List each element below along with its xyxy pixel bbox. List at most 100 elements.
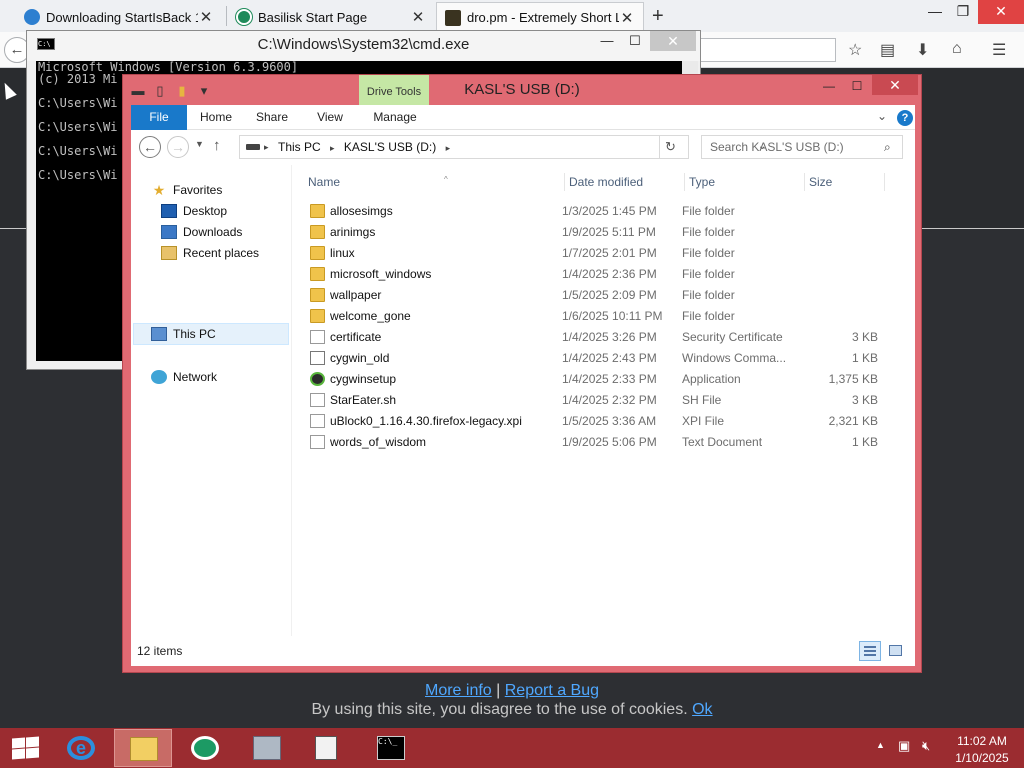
nav-recent-places[interactable]: Recent places <box>161 243 259 263</box>
taskbar-installer[interactable] <box>238 729 296 767</box>
cmd-titlebar[interactable]: C:\ C:\Windows\System32\cmd.exe — ☐ ✕ <box>27 31 700 61</box>
nav-network[interactable]: Network <box>151 367 217 387</box>
address-bar[interactable]: ▸ This PC ▸ KASL'S USB (D:) ▸ ⌄ <box>239 135 766 159</box>
reading-list-icon[interactable]: ▤ <box>880 40 895 60</box>
folder-icon <box>310 246 325 260</box>
explorer-maximize-button[interactable]: ☐ <box>843 77 871 95</box>
tab-manage[interactable]: Manage <box>367 105 423 130</box>
column-header-size[interactable]: Size <box>809 175 832 189</box>
nav-downloads[interactable]: Downloads <box>161 222 242 242</box>
column-divider[interactable] <box>684 173 685 191</box>
file-name: allosesimgs <box>330 204 393 218</box>
tab-file[interactable]: File <box>131 105 187 130</box>
report-bug-link[interactable]: Report a Bug <box>505 682 599 699</box>
file-row[interactable]: linux 1/7/2025 2:01 PM File folder <box>292 243 912 264</box>
file-name: words_of_wisdom <box>330 435 427 449</box>
search-input[interactable]: Search KASL'S USB (D:) ⌕ <box>701 135 903 159</box>
bookmark-star-icon[interactable]: ☆ <box>848 40 862 60</box>
column-header-type[interactable]: Type <box>689 175 715 189</box>
breadcrumb-usb-drive[interactable]: KASL'S USB (D:) <box>344 140 436 154</box>
file-row[interactable]: StarEater.sh 1/4/2025 2:32 PM SH File 3 KB <box>292 390 912 411</box>
recent-locations-chevron-icon[interactable]: ▼ <box>195 139 204 149</box>
up-arrow-icon[interactable]: ↑ <box>213 137 221 154</box>
column-header-date[interactable]: Date modified <box>569 175 643 189</box>
downloads-icon <box>161 225 177 239</box>
taskbar-internet-explorer[interactable]: e <box>52 729 110 767</box>
file-date: 1/9/2025 5:11 PM <box>562 225 656 239</box>
file-row[interactable]: cygwin_old 1/4/2025 2:43 PM Windows Comma.… <box>292 348 912 369</box>
tab-close-icon[interactable]: ✕ <box>410 8 426 26</box>
page-footer-links: More info | Report a Bug <box>0 682 1024 700</box>
breadcrumb-chevron-icon[interactable]: ▸ <box>330 143 335 153</box>
download-arrow-icon[interactable]: ⬇ <box>916 40 929 60</box>
file-row[interactable]: allosesimgs 1/3/2025 1:45 PM File folder <box>292 201 912 222</box>
column-divider[interactable] <box>884 173 885 191</box>
show-hidden-icons-icon[interactable]: ▲ <box>876 740 885 750</box>
column-header-name[interactable]: ^ Name <box>308 175 448 189</box>
file-name: arinimgs <box>330 225 376 239</box>
clock-date[interactable]: 1/10/2025 <box>952 751 1012 765</box>
file-row[interactable]: uBlock0_1.16.4.30.firefox-legacy.xpi 1/5/… <box>292 411 912 432</box>
tab-close-icon[interactable]: ✕ <box>198 8 214 26</box>
file-row[interactable]: welcome_gone 1/6/2025 10:11 PM File folder <box>292 306 912 327</box>
new-tab-button[interactable]: + <box>652 5 664 28</box>
network-status-icon[interactable]: ▣ <box>898 738 910 754</box>
sort-ascending-icon: ^ <box>444 175 448 184</box>
breadcrumb-chevron-icon[interactable]: ▸ <box>446 143 451 153</box>
cmd-close-button[interactable]: ✕ <box>650 31 696 51</box>
browser-minimize-button[interactable]: — <box>920 0 950 24</box>
tab-divider <box>226 6 227 26</box>
status-bar: 12 items <box>131 636 915 666</box>
column-divider[interactable] <box>564 173 565 191</box>
more-info-link[interactable]: More info <box>425 682 492 699</box>
taskbar-basilisk[interactable] <box>176 729 234 767</box>
refresh-icon[interactable]: ↻ <box>659 135 681 159</box>
tab-close-icon[interactable]: ✕ <box>619 9 635 27</box>
browser-maximize-button[interactable]: ❐ <box>948 0 978 24</box>
expand-ribbon-chevron-icon[interactable]: ⌄ <box>877 109 887 123</box>
file-explorer-window[interactable]: ▬ ▯ ▮ ▾ Drive Tools KASL'S USB (D:) — ☐ … <box>122 74 922 673</box>
column-divider[interactable] <box>804 173 805 191</box>
clock-time[interactable]: 11:02 AM <box>952 734 1012 748</box>
nav-favorites[interactable]: ★ Favorites <box>151 180 223 200</box>
tab-home[interactable]: Home <box>193 105 239 130</box>
nav-this-pc[interactable]: This PC <box>151 324 216 344</box>
tab-startisback[interactable]: Downloading StartIsBack 1. ✕ <box>16 2 222 32</box>
large-icons-view-icon[interactable] <box>885 641 907 661</box>
folder-icon <box>310 225 325 239</box>
breadcrumb-this-pc[interactable]: This PC <box>278 140 321 154</box>
file-row[interactable]: cygwinsetup 1/4/2025 2:33 PM Application 1,… <box>292 369 912 390</box>
cmd-minimize-button[interactable]: — <box>593 33 621 48</box>
start-windows-icon[interactable] <box>8 736 40 760</box>
file-row[interactable]: microsoft_windows 1/4/2025 2:36 PM File fo… <box>292 264 912 285</box>
cmd-maximize-button[interactable]: ☐ <box>621 33 649 49</box>
tab-dro-pm[interactable]: dro.pm - Extremely Short Li ✕ <box>436 2 644 32</box>
nav-desktop[interactable]: Desktop <box>161 201 227 221</box>
url-input[interactable] <box>700 38 836 62</box>
hamburger-menu-icon[interactable]: ☰ <box>992 40 1006 60</box>
help-icon[interactable]: ? <box>897 110 913 126</box>
explorer-window-title: KASL'S USB (D:) <box>464 81 580 98</box>
explorer-close-button[interactable]: ✕ <box>872 75 918 95</box>
volume-muted-icon[interactable]: 🔇︎ <box>922 738 930 754</box>
file-row[interactable]: wallpaper 1/5/2025 2:09 PM File folder <box>292 285 912 306</box>
file-row[interactable]: arinimgs 1/9/2025 5:11 PM File folder <box>292 222 912 243</box>
file-row[interactable]: certificate 1/4/2025 3:26 PM Security Cert… <box>292 327 912 348</box>
file-name: linux <box>330 246 355 260</box>
taskbar-file-explorer[interactable] <box>114 729 172 767</box>
file-row[interactable]: words_of_wisdom 1/9/2025 5:06 PM Text Docu… <box>292 432 912 453</box>
taskbar-cmd[interactable]: C:\_ <box>362 729 420 767</box>
tab-view[interactable]: View <box>307 105 353 130</box>
taskbar-notepad[interactable] <box>300 729 358 767</box>
home-icon[interactable]: ⌂ <box>952 40 962 58</box>
explorer-minimize-button[interactable]: — <box>815 77 843 95</box>
nav-label: This PC <box>173 327 216 341</box>
tab-share[interactable]: Share <box>249 105 295 130</box>
browser-close-button[interactable]: ✕ <box>978 0 1024 24</box>
cookie-ok-link[interactable]: Ok <box>692 701 712 718</box>
breadcrumb-chevron-icon[interactable]: ▸ <box>264 136 269 158</box>
details-view-icon[interactable] <box>859 641 881 661</box>
tab-basilisk-start[interactable]: Basilisk Start Page ✕ <box>228 2 434 32</box>
forward-arrow-icon[interactable]: → <box>167 136 189 158</box>
back-arrow-icon[interactable]: ← <box>139 136 161 158</box>
